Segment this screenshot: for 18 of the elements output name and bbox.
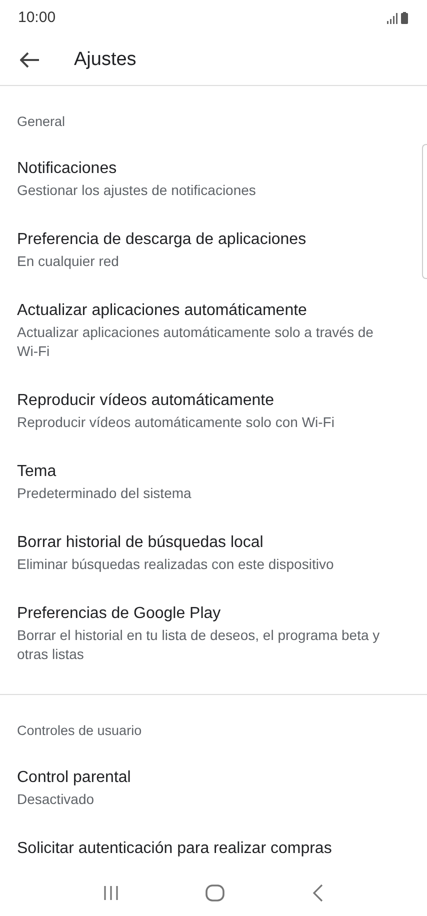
settings-item[interactable]: Reproducir vídeos automáticamente Reproducir vídeos automáticamente solo con Wi-Fi <box>0 376 427 448</box>
chevron-left-icon <box>312 884 324 902</box>
page-title: Ajustes <box>74 49 136 71</box>
section-header: Controles de usuario <box>16 722 143 740</box>
back-arrow-icon <box>20 52 40 68</box>
signal-battery-icon <box>387 12 409 24</box>
settings-item[interactable]: Notificaciones Gestionar los ajustes de notificaciones <box>0 145 427 216</box>
status-time: 10:00 <box>18 9 56 26</box>
three-bars-icon <box>103 885 120 901</box>
settings-item[interactable]: Tema Predeterminado del sistema <box>0 448 427 520</box>
settings-item[interactable]: Actualizar aplicaciones automáticamente Actualizar aplicaciones automáticamente solo a través de Wi-Fi <box>0 287 427 377</box>
settings-item[interactable]: Borrar historial de búsquedas local Eliminar búsquedas realizadas con este dispositivo <box>0 519 427 590</box>
settings-item[interactable]: Preferencias de Google Play Borrar el historial en tu lista de deseos, el programa beta y otras listas <box>0 590 427 680</box>
settings-item[interactable]: Preferencia de descarga de aplicaciones En cualquier red <box>0 216 427 288</box>
section-header: General <box>16 113 66 131</box>
settings-item[interactable]: Solicitar autenticación para realizar compras <box>0 824 427 870</box>
rounded-square-icon <box>205 884 226 902</box>
settings-item[interactable]: Control parental Desactivado <box>0 754 427 825</box>
